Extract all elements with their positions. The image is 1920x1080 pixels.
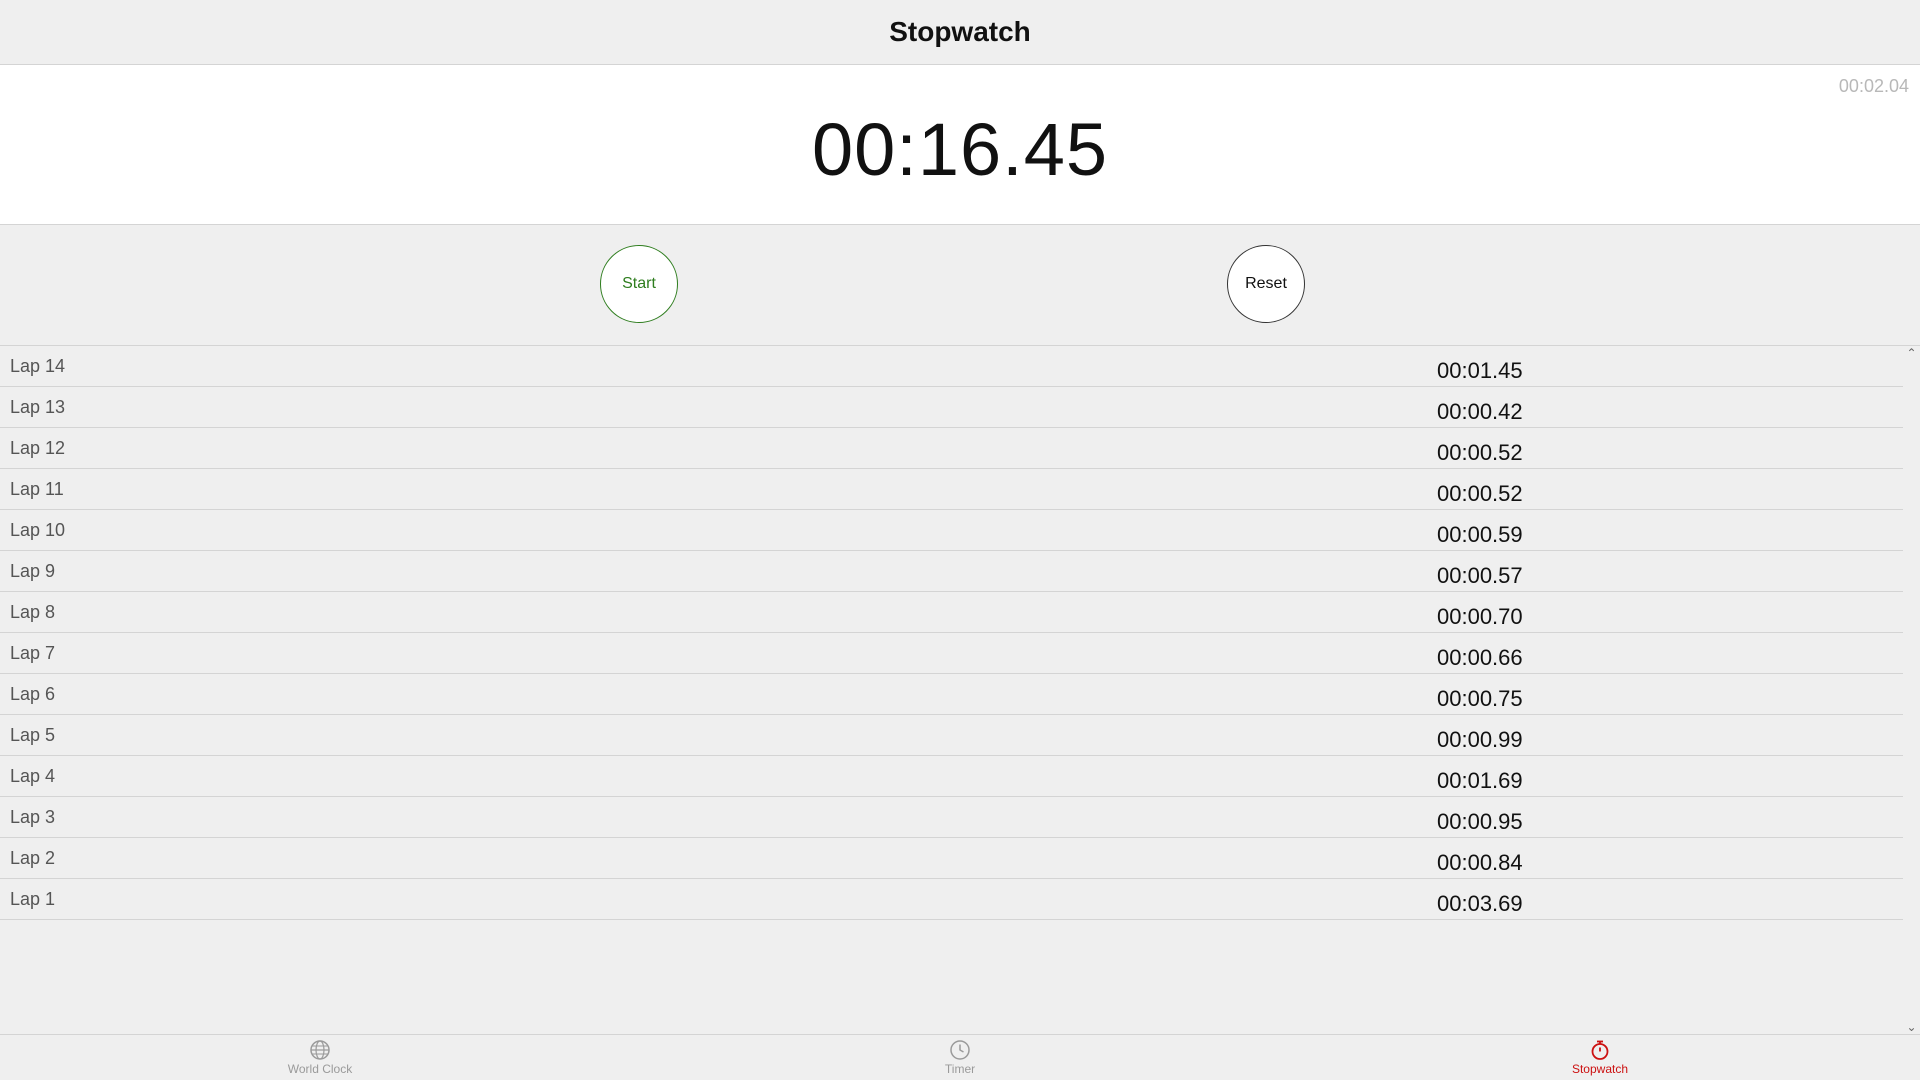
stopwatch-app: Stopwatch 00:02.04 00:16.45 Start Reset … [0,0,1920,1080]
lap-time: 00:00.42 [1437,399,1523,424]
time-display: 00:02.04 00:16.45 [0,65,1920,225]
lap-row: Lap 12 00:00.52 [0,428,1903,469]
lap-name: Lap 14 [10,356,66,376]
lap-time: 00:00.59 [1437,522,1523,547]
lap-name: Lap 3 [10,807,56,827]
lap-list-scrollbar[interactable]: ⌃ ⌄ [1903,346,1920,1034]
lap-row: Lap 13 00:00.42 [0,387,1903,428]
lap-name: Lap 7 [10,643,56,663]
lap-row: Lap 6 00:00.75 [0,674,1903,715]
lap-row: Lap 11 00:00.52 [0,469,1903,510]
controls-panel: Start Reset [0,225,1920,346]
lap-name: Lap 13 [10,397,66,417]
lap-name: Lap 1 [10,889,56,909]
lap-row: Lap 3 00:00.95 [0,797,1903,838]
tab-world-clock[interactable]: World Clock [220,1039,420,1076]
lap-time: 00:01.69 [1437,768,1523,793]
tab-bar: World Clock Timer Stopwatch [0,1034,1920,1080]
header-bar: Stopwatch [0,0,1920,65]
lap-name: Lap 12 [10,438,66,458]
scroll-down-icon[interactable]: ⌄ [1903,1020,1920,1034]
lap-time: 00:00.84 [1437,850,1523,875]
lap-name: Lap 4 [10,766,56,786]
lap-time: 00:00.95 [1437,809,1523,834]
lap-time: 00:00.75 [1437,686,1523,711]
globe-icon [310,1040,330,1060]
lap-time: 00:00.52 [1437,481,1523,506]
reset-button[interactable]: Reset [1227,245,1305,323]
lap-row: Lap 2 00:00.84 [0,838,1903,879]
lap-row: Lap 4 00:01.69 [0,756,1903,797]
lap-time: 00:00.52 [1437,440,1523,465]
current-lap-time: 00:02.04 [1838,76,1909,96]
lap-name: Lap 6 [10,684,56,704]
stopwatch-icon [1591,1040,1609,1060]
tab-label: Timer [944,1062,976,1076]
lap-time: 00:00.70 [1437,604,1523,629]
lap-row: Lap 10 00:00.59 [0,510,1903,551]
scroll-up-icon[interactable]: ⌃ [1903,346,1920,360]
tab-label: World Clock [287,1062,353,1076]
lap-row: Lap 7 00:00.66 [0,633,1903,674]
lap-row: Lap 8 00:00.70 [0,592,1903,633]
tab-stopwatch[interactable]: Stopwatch [1500,1039,1700,1076]
lap-row: Lap 14 00:01.45 [0,346,1903,387]
lap-list[interactable]: Lap 14 00:01.45 Lap 13 00:00.42 Lap 12 0… [0,346,1903,1034]
lap-time: 00:00.66 [1437,645,1523,670]
lap-row: Lap 9 00:00.57 [0,551,1903,592]
lap-time: 00:00.57 [1437,563,1523,588]
lap-name: Lap 5 [10,725,56,745]
tab-label: Stopwatch [1571,1062,1629,1076]
lap-row: Lap 1 00:03.69 [0,879,1903,920]
clock-icon [950,1040,970,1060]
page-title: Stopwatch [889,16,1031,47]
tab-timer[interactable]: Timer [860,1039,1060,1076]
lap-time: 00:01.45 [1437,358,1523,383]
lap-name: Lap 9 [10,561,56,581]
lap-time: 00:03.69 [1437,891,1523,916]
lap-name: Lap 10 [10,520,66,540]
lap-row: Lap 5 00:00.99 [0,715,1903,756]
start-button[interactable]: Start [600,245,678,323]
lap-time: 00:00.99 [1437,727,1523,752]
lap-name: Lap 11 [10,479,64,499]
lap-name: Lap 8 [10,602,56,622]
lap-name: Lap 2 [10,848,56,868]
elapsed-time: 00:16.45 [811,108,1109,191]
